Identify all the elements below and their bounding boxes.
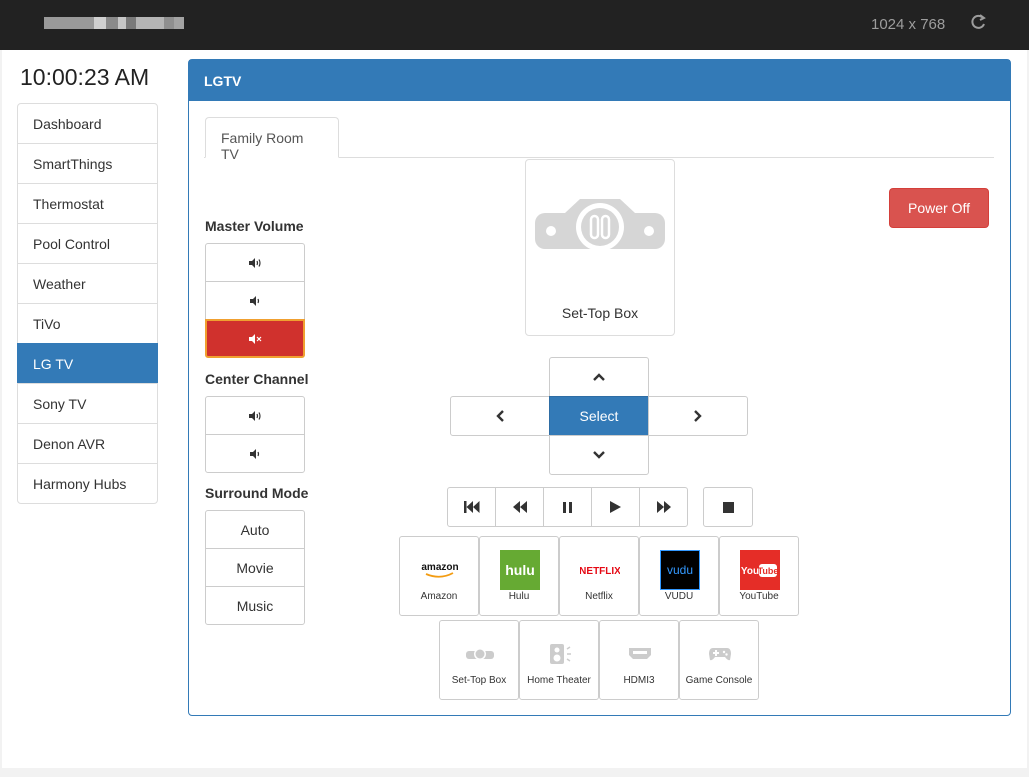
app-name: Amazon [420, 591, 458, 602]
power-off-button[interactable]: Power Off [889, 188, 989, 228]
master-volume-label: Master Volume [205, 218, 304, 234]
chevron-left-icon [496, 410, 504, 422]
chevron-down-icon [593, 451, 605, 459]
sidebar-item-sony-tv[interactable]: Sony TV [17, 383, 158, 424]
app-name: YouTube [739, 591, 779, 602]
refresh-icon[interactable] [968, 12, 988, 32]
volume-down-icon [250, 295, 260, 306]
pixelated-title [44, 17, 184, 29]
rewind-icon [512, 501, 527, 513]
input-set-top-box[interactable]: Set-Top Box [439, 620, 519, 700]
pause-button[interactable] [543, 487, 592, 527]
skip-back-icon [463, 501, 479, 513]
transport-controls [447, 487, 688, 527]
vudu-logo-icon: vudu [660, 550, 700, 590]
youtube-logo-icon: You Tube [740, 550, 780, 590]
input-name: HDMI3 [623, 675, 655, 686]
svg-text:You: You [741, 566, 759, 577]
app-amazon[interactable]: amazon Amazon [399, 536, 479, 616]
speaker-icon [540, 634, 580, 674]
set-top-box-icon [460, 634, 500, 674]
play-button[interactable] [591, 487, 640, 527]
hulu-logo-icon: hulu [500, 550, 540, 590]
app-vudu[interactable]: vudu VUDU [639, 536, 719, 616]
resolution-label: 1024 x 768 [871, 16, 946, 33]
center-volume-down-button[interactable] [205, 434, 305, 473]
app-name: Hulu [508, 591, 530, 602]
current-input-card: Set-Top Box [525, 159, 675, 336]
surround-auto-button[interactable]: Auto [205, 510, 305, 549]
fast-forward-icon [656, 501, 671, 513]
app-youtube[interactable]: You Tube YouTube [719, 536, 799, 616]
input-game-console[interactable]: Game Console [679, 620, 759, 700]
sidebar-nav: Dashboard SmartThings Thermostat Pool Co… [17, 103, 158, 504]
volume-up-icon [249, 410, 261, 421]
svg-text:vudu: vudu [667, 563, 693, 577]
fast-forward-button[interactable] [639, 487, 688, 527]
sidebar-item-dashboard[interactable]: Dashboard [17, 103, 158, 144]
app-name: Netflix [585, 591, 613, 602]
sidebar-item-harmony-hubs[interactable]: Harmony Hubs [17, 463, 158, 504]
app-netflix[interactable]: NETFLIX Netflix [559, 536, 639, 616]
dpad-down-button[interactable] [549, 435, 649, 475]
surround-mode-label: Surround Mode [205, 485, 309, 501]
amazon-logo-icon: amazon [420, 550, 460, 590]
panel-title: LGTV [189, 60, 1010, 101]
set-top-box-icon [535, 199, 665, 251]
sidebar-item-tivo[interactable]: TiVo [17, 303, 158, 344]
skip-back-button[interactable] [447, 487, 496, 527]
chevron-right-icon [694, 410, 702, 422]
input-home-theater[interactable]: Home Theater [519, 620, 599, 700]
sidebar-item-thermostat[interactable]: Thermostat [17, 183, 158, 224]
stop-button[interactable] [703, 487, 753, 527]
sidebar-item-smartthings[interactable]: SmartThings [17, 143, 158, 184]
volume-down-icon [250, 448, 260, 459]
master-volume-group [205, 243, 305, 358]
dpad-select-button[interactable]: Select [549, 396, 649, 436]
input-name: Home Theater [527, 675, 591, 686]
input-name: Game Console [685, 675, 753, 686]
svg-text:Tube: Tube [758, 566, 779, 576]
pause-icon [563, 501, 572, 513]
play-icon [610, 501, 621, 513]
chevron-up-icon [593, 373, 605, 381]
gamepad-icon [700, 634, 740, 674]
svg-text:NETFLIX: NETFLIX [580, 566, 620, 577]
volume-up-icon [249, 257, 261, 268]
top-bar: 1024 x 768 [0, 0, 1029, 50]
sidebar-item-pool-control[interactable]: Pool Control [17, 223, 158, 264]
surround-music-button[interactable]: Music [205, 586, 305, 625]
current-input-name: Set-Top Box [561, 305, 639, 321]
app-hulu[interactable]: hulu Hulu [479, 536, 559, 616]
center-channel-group [205, 396, 305, 473]
app-name: VUDU [664, 591, 694, 602]
master-volume-up-button[interactable] [205, 243, 305, 282]
sidebar-item-lg-tv[interactable]: LG TV [17, 343, 158, 384]
svg-text:amazon: amazon [421, 562, 458, 573]
mute-icon [249, 333, 262, 344]
center-channel-label: Center Channel [205, 371, 309, 387]
dpad-left-button[interactable] [450, 396, 550, 436]
master-volume-down-button[interactable] [205, 281, 305, 320]
netflix-logo-icon: NETFLIX [580, 550, 620, 590]
input-hdmi3[interactable]: HDMI3 [599, 620, 679, 700]
rewind-button[interactable] [495, 487, 544, 527]
master-mute-button[interactable] [205, 319, 305, 358]
input-name: Set-Top Box [451, 675, 507, 686]
surround-movie-button[interactable]: Movie [205, 548, 305, 587]
svg-text:hulu: hulu [505, 562, 535, 578]
tab-family-room-tv[interactable]: Family Room TV [205, 117, 339, 162]
sidebar-item-weather[interactable]: Weather [17, 263, 158, 304]
device-panel: LGTV Family Room TV Master Volume Center… [188, 59, 1011, 716]
clock: 10:00:23 AM [20, 64, 150, 90]
surround-mode-group: Auto Movie Music [205, 510, 305, 625]
dpad-right-button[interactable] [648, 396, 748, 436]
center-volume-up-button[interactable] [205, 396, 305, 435]
hdmi-icon [620, 634, 660, 674]
dpad-up-button[interactable] [549, 357, 649, 397]
sidebar-item-denon-avr[interactable]: Denon AVR [17, 423, 158, 464]
stop-icon [722, 501, 734, 513]
